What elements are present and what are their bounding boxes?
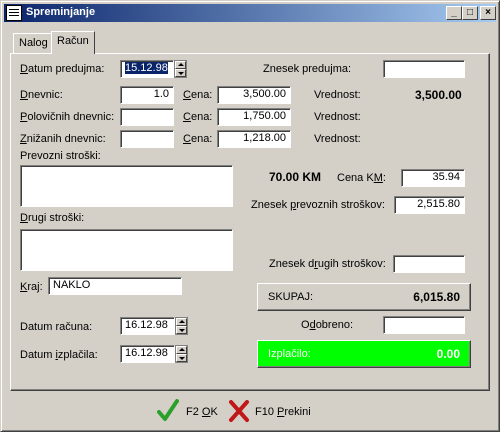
kraj-label: Kraj: [20,281,43,293]
app-icon [6,5,22,21]
dnevnic-label: Dnevnic: [20,89,63,101]
znizanih-label: Znižanih dnevnic: [20,133,106,145]
skupaj-value: 6,015.80 [413,290,460,304]
skupaj-panel: SKUPAJ: 6,015.80 [257,283,471,311]
prevozni-stroski-memo[interactable] [20,165,233,207]
check-icon [157,399,179,421]
cancel-x-icon [229,400,249,422]
znesek-predujma-field[interactable] [383,60,465,78]
odobreno-field[interactable] [383,316,465,334]
tab-nalog-label: Nalog [19,37,48,49]
odobreno-label: Odobreno: [301,319,353,331]
maximize-button[interactable]: □ [462,6,478,20]
polovicnih-label: Polovičnih dnevnic: [20,111,115,123]
datum-racuna-field[interactable]: 16.12.98 [120,317,175,335]
spin-up-icon[interactable] [176,318,187,326]
window-title: Spreminjanje [26,6,96,18]
spin-down-icon[interactable] [176,354,187,362]
title-bar[interactable]: Spreminjanje _ □ × [4,4,496,22]
skupaj-label: SKUPAJ: [268,291,314,303]
znesek-drugih-field[interactable] [393,255,465,273]
znesek-predujma-label: Znesek predujma: [263,63,352,75]
cena-km-field[interactable]: 35.94 [401,169,465,187]
dnevnic-field[interactable]: 1.0 [120,86,174,104]
izplacilo-panel: Izplačilo: 0.00 [257,340,471,368]
spin-down-icon[interactable] [176,326,187,334]
drugi-stroski-label: Drugi stroški: [20,212,85,224]
datum-racuna-label: Datum računa: [20,321,93,333]
polovicnih-field[interactable] [120,108,174,126]
cena-km-label: Cena KM: [337,172,386,184]
spin-up-icon[interactable] [176,346,187,354]
drugi-stroski-memo[interactable] [20,229,233,271]
km-value: 70.00 KM [269,170,322,184]
cena-label-1: Cena: [183,89,213,101]
datum-racuna-spinner[interactable] [175,317,188,335]
cancel-button-label: F10 Prekini [255,406,311,418]
vrednost-value-1: 3,500.00 [415,88,462,102]
znesek-prevoznih-label: Znesek prevoznih stroškov: [251,199,385,211]
cena-label-2: Cena: [183,111,213,123]
vrednost-label-1: Vrednost: [314,89,361,101]
tab-racun-label: Račun [57,35,89,47]
tab-nalog[interactable]: Nalog [13,33,54,53]
datum-izplacila-field[interactable]: 16.12.98 [120,345,175,363]
izplacilo-label: Izplačilo: [268,348,311,360]
znesek-drugih-label: Znesek drugih stroškov: [269,258,386,270]
znesek-prevoznih-field[interactable]: 2,515.80 [394,196,465,214]
spin-down-icon[interactable] [175,69,186,77]
tab-racun[interactable]: Račun [51,31,95,54]
znizanih-field[interactable] [120,130,174,148]
cena-field-1[interactable]: 3,500.00 [217,86,291,104]
kraj-field[interactable]: NAKLO [48,277,182,295]
cena-field-3[interactable]: 1,218.00 [217,130,291,148]
datum-izplacila-spinner[interactable] [175,345,188,363]
dialog-window: Spreminjanje _ □ × Nalog Račun Datum pre… [0,0,500,432]
datum-predujma-label: Datum predujma: [20,63,105,75]
minimize-button[interactable]: _ [446,6,462,20]
vrednost-label-3: Vrednost: [314,133,361,145]
izplacilo-value: 0.00 [436,347,460,361]
spin-up-icon[interactable] [175,61,186,69]
datum-predujma-spinner[interactable] [174,60,187,78]
ok-button-label: F2 OK [186,406,218,418]
close-button[interactable]: × [480,6,496,20]
prevozni-stroski-label: Prevozni stroški: [20,150,101,162]
vrednost-label-2: Vrednost: [314,111,361,123]
cena-label-3: Cena: [183,133,213,145]
cancel-button[interactable]: F10 Prekini [228,399,318,425]
datum-izplacila-label: Datum izplačila: [20,349,98,361]
ok-button[interactable]: F2 OK [157,399,221,425]
cena-field-2[interactable]: 1,750.00 [217,108,291,126]
datum-predujma-field[interactable]: 15.12.98 [120,60,174,78]
